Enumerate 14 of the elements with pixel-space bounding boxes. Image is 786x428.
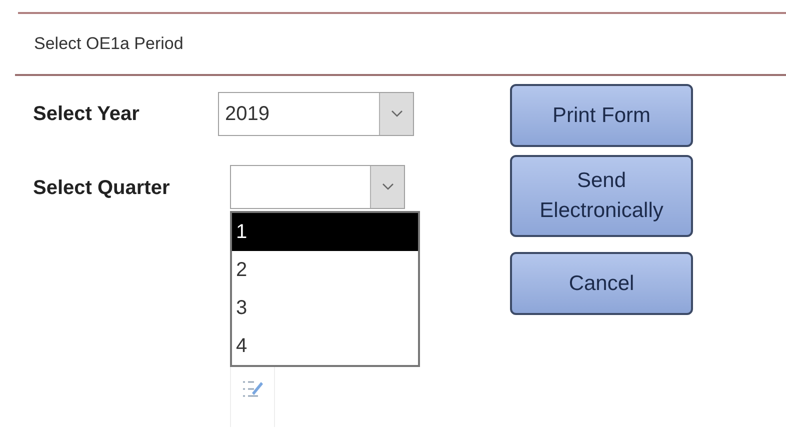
- dropdown-button[interactable]: [370, 166, 404, 208]
- dropdown-button[interactable]: [379, 93, 413, 135]
- year-label: Select Year: [33, 102, 140, 127]
- list-option[interactable]: 1: [232, 213, 418, 251]
- action-button[interactable]: Print Form: [510, 84, 693, 147]
- action-button[interactable]: Send Electronically: [510, 155, 693, 237]
- chevron-down-icon: [382, 183, 394, 191]
- numbered-list-edit-icon[interactable]: [230, 367, 275, 427]
- window-title: Select OE1a Period: [34, 33, 184, 56]
- action-button[interactable]: Cancel: [510, 252, 693, 315]
- quarter-select[interactable]: [230, 165, 405, 209]
- year-select[interactable]: 2019: [218, 92, 414, 136]
- chevron-down-icon: [390, 110, 402, 118]
- quarter-label: Select Quarter: [33, 176, 171, 201]
